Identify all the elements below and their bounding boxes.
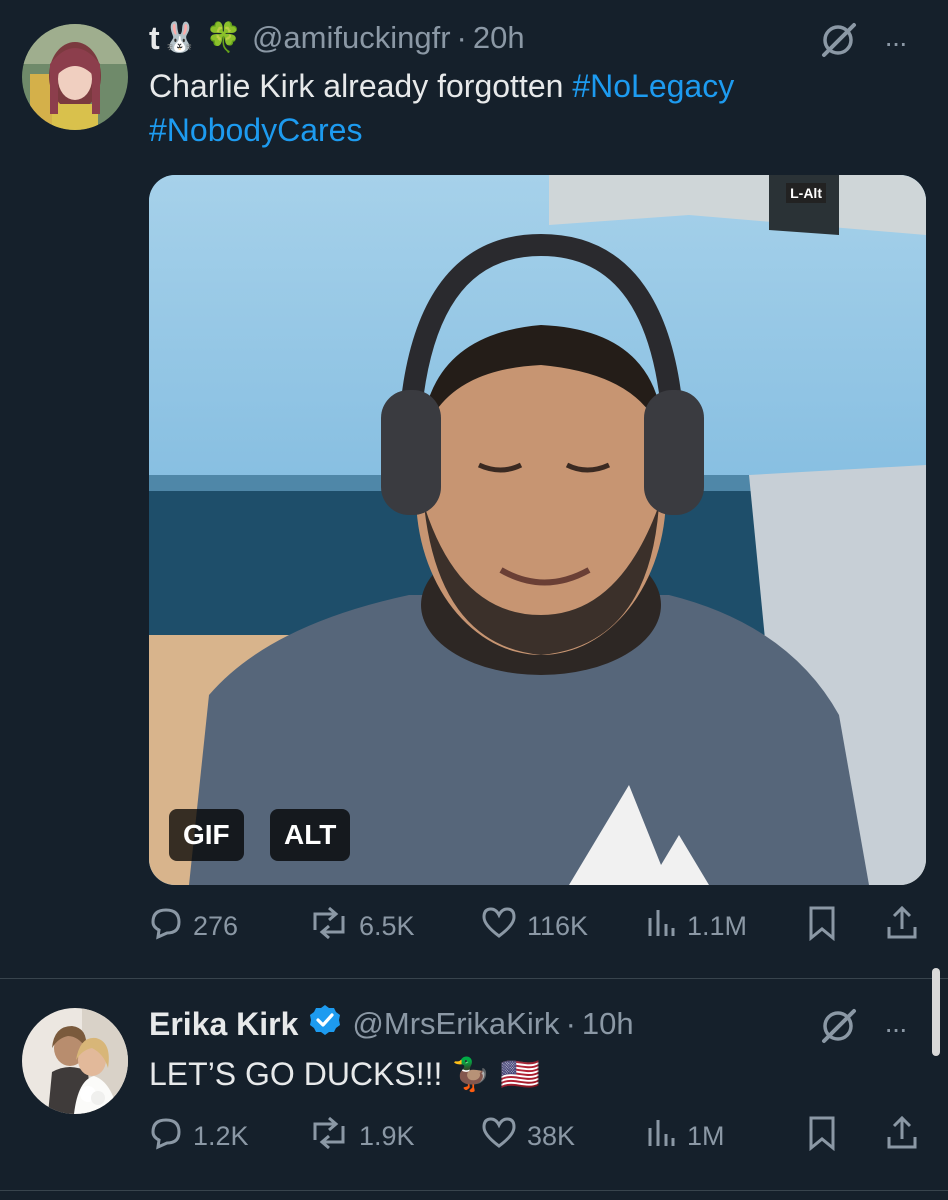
views-button[interactable]: 1.1M (645, 906, 747, 947)
like-icon (481, 1116, 517, 1157)
reply-button[interactable]: 276 (149, 906, 238, 947)
repost-count: 6.5K (359, 910, 415, 941)
separator: · (565, 1006, 576, 1041)
like-count: 38K (527, 1120, 576, 1151)
hashtag-link[interactable]: #NobodyCares (149, 112, 362, 148)
share-button[interactable] (885, 905, 919, 948)
verified-icon (308, 1003, 342, 1045)
repost-icon (309, 1116, 349, 1157)
hashtag-link[interactable]: #NoLegacy (572, 68, 734, 104)
share-icon (885, 1115, 919, 1158)
tweet-actions: 276 6.5K 116K 1.1M (149, 904, 926, 948)
views-icon (645, 1116, 677, 1157)
repost-count: 1.9K (359, 1120, 415, 1151)
timestamp[interactable]: 10h (582, 1006, 634, 1042)
repost-button[interactable]: 6.5K (309, 906, 415, 947)
gif-media[interactable]: L-Alt GIF ALT (149, 175, 926, 885)
separator: · (456, 20, 467, 55)
share-button[interactable] (885, 1115, 919, 1158)
grok-icon[interactable] (818, 1008, 858, 1049)
tweet-text-content: LET’S GO DUCKS!!! 🦆 🇺🇸 (149, 1056, 540, 1092)
bookmark-button[interactable] (807, 1115, 837, 1158)
avatar[interactable] (22, 1008, 128, 1114)
bookmark-icon (807, 1115, 837, 1158)
scrollbar[interactable] (932, 968, 940, 1056)
bookmark-button[interactable] (807, 905, 837, 948)
bookmark-icon (807, 905, 837, 948)
tweet[interactable]: t 🐰 🍀 @amifuckingfr · 20h ··· Charlie Ki… (0, 0, 948, 980)
handle[interactable]: @MrsErikaKirk (352, 1006, 559, 1042)
grok-icon[interactable] (818, 22, 858, 63)
share-icon (885, 905, 919, 948)
name-emoji: 🐰 🍀 (161, 22, 242, 54)
tweet-text: LET’S GO DUCKS!!! 🦆 🇺🇸 (149, 1052, 540, 1096)
alt-button[interactable]: ALT (270, 809, 351, 861)
like-button[interactable]: 38K (481, 1116, 575, 1157)
media-corner-label: L-Alt (786, 183, 826, 203)
gif-frame (149, 175, 926, 885)
view-count: 1.1M (687, 910, 748, 941)
repost-icon (309, 906, 349, 947)
tweet-actions: 1.2K 1.9K 38K 1M (149, 1114, 926, 1158)
tweet[interactable]: Erika Kirk @MrsErikaKirk · 10h ··· LET’S… (0, 980, 948, 1192)
repost-button[interactable]: 1.9K (309, 1116, 415, 1157)
more-icon[interactable]: ··· (884, 27, 908, 59)
display-name[interactable]: t (149, 20, 160, 57)
tweet-divider (0, 978, 948, 979)
tweet-header: t 🐰 🍀 @amifuckingfr · 20h (149, 18, 525, 58)
tweet-text: Charlie Kirk already forgotten #NoLegacy… (149, 64, 909, 152)
timestamp[interactable]: 20h (473, 20, 525, 56)
view-count: 1M (687, 1120, 725, 1151)
views-button[interactable]: 1M (645, 1116, 725, 1157)
views-icon (645, 906, 677, 947)
gif-badge: GIF (169, 809, 244, 861)
like-icon (481, 906, 517, 947)
tweet-text-content: Charlie Kirk already forgotten (149, 68, 564, 104)
display-name[interactable]: Erika Kirk (149, 1006, 298, 1043)
handle[interactable]: @amifuckingfr (252, 20, 451, 56)
avatar[interactable] (22, 24, 128, 130)
reply-icon (149, 906, 183, 947)
reply-count: 276 (193, 910, 239, 941)
tweet-header: Erika Kirk @MrsErikaKirk · 10h (149, 1004, 634, 1044)
reply-button[interactable]: 1.2K (149, 1116, 249, 1157)
reply-count: 1.2K (193, 1120, 249, 1151)
like-count: 116K (527, 910, 589, 941)
more-icon[interactable]: ··· (884, 1013, 908, 1045)
tweet-divider (0, 1190, 948, 1191)
reply-icon (149, 1116, 183, 1157)
like-button[interactable]: 116K (481, 906, 588, 947)
